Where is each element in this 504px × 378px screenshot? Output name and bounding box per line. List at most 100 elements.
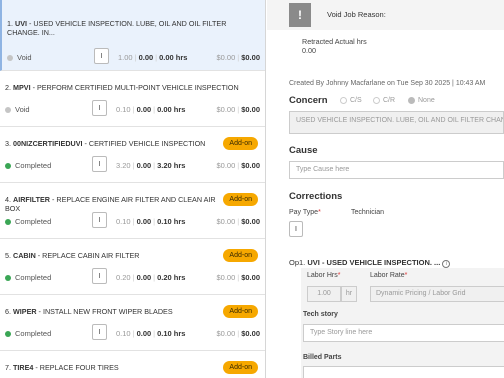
job-sold-hrs: 0.10 hrs (157, 329, 186, 338)
required-mark: * (337, 272, 341, 279)
job-amount-1: $0.00 (216, 273, 236, 282)
job-amounts: $0.00 | $0.00 (216, 53, 260, 62)
job-qty: 0.20 (116, 273, 131, 282)
job-actual-hrs: 0.00 (136, 105, 152, 114)
addon-badge: Add-on (223, 361, 258, 374)
operation-card: Op1. UVI - USED VEHICLE INSPECTION. ... i… (289, 258, 504, 378)
job-title: 2. MPVI - PERFORM CERTIFIED MULTI-POINT … (5, 83, 245, 92)
status-dot-icon (7, 54, 13, 61)
job-hours: 0.10 | 0.00 | 0.10 hrs (116, 217, 186, 226)
job-number: 7. (5, 363, 11, 372)
op-title-text: UVI - USED VEHICLE INSPECTION. ... (307, 258, 441, 267)
job-row[interactable]: 4. AIRFILTER - REPLACE ENGINE AIR FILTER… (0, 184, 265, 239)
job-qty: 3.20 (116, 161, 131, 170)
job-code: AIRFILTER (13, 195, 50, 204)
job-qty: 0.10 (116, 329, 131, 338)
job-code: WIPER (13, 307, 37, 316)
job-row[interactable]: 5. CABIN - REPLACE CABIN AIR FILTER Add-o… (0, 240, 265, 295)
job-amount-2: $0.00 (241, 329, 260, 338)
status-label: Completed (15, 161, 52, 170)
pay-type-button[interactable]: I (92, 156, 107, 172)
job-row[interactable]: 1. UVI - USED VEHICLE INSPECTION. LUBE, … (0, 0, 265, 71)
job-amount-1: $0.00 (216, 217, 236, 226)
cause-input[interactable]: Type Cause here (289, 161, 504, 179)
addon-badge: Add-on (223, 137, 258, 150)
cause-heading: Cause (289, 145, 318, 156)
pay-type-button[interactable]: I (92, 100, 107, 116)
concern-heading: Concern (289, 95, 328, 106)
radio-none[interactable]: None (408, 97, 435, 104)
status-label: Void (17, 53, 32, 62)
radio-cr-label: C/R (383, 97, 396, 104)
job-row[interactable]: 6. WIPER - INSTALL NEW FRONT WIPER BLADE… (0, 296, 265, 351)
pay-type-button[interactable]: I (92, 268, 107, 284)
pay-type-button[interactable]: I (92, 212, 107, 228)
job-status: Void (5, 105, 30, 114)
status-dot-icon (5, 330, 11, 337)
job-row[interactable]: 7. TIRE4 - REPLACE FOUR TIRES Add-on (0, 352, 265, 378)
job-description: - PERFORM CERTIFIED MULTI-POINT VEHICLE … (30, 83, 239, 92)
concern-text-box[interactable]: USED VEHICLE INSPECTION. LUBE, OIL AND O… (289, 111, 504, 134)
radio-selected-icon (408, 97, 415, 104)
job-amount-2: $0.00 (241, 217, 260, 226)
void-job-reason-label: Void Job Reason: (327, 10, 386, 19)
radio-circle-icon (340, 97, 347, 104)
radio-none-label: None (418, 97, 435, 104)
status-dot-icon (5, 162, 11, 169)
job-qty: 1.00 (118, 53, 133, 62)
job-description: - REPLACE CABIN AIR FILTER (35, 251, 140, 260)
retracted-hours: Retracted Actual hrs 0.00 (302, 37, 367, 55)
radio-cr[interactable]: C/R (373, 97, 395, 104)
job-sold-hrs: 3.20 hrs (157, 161, 186, 170)
job-status: Completed (5, 273, 51, 282)
status-label: Completed (15, 273, 52, 282)
labor-rate-label-text: Labor Rate (370, 272, 405, 279)
job-actual-hrs: 0.00 (136, 273, 152, 282)
job-amounts: $0.00 | $0.00 (216, 329, 260, 338)
status-dot-icon (5, 218, 11, 225)
technician-label: Technician (351, 209, 385, 216)
job-code: CABIN (13, 251, 36, 260)
job-row[interactable]: 2. MPVI - PERFORM CERTIFIED MULTI-POINT … (0, 72, 265, 127)
job-amount-2: $0.00 (241, 161, 260, 170)
labor-rate-select[interactable]: Dynamic Pricing / Labor Grid (370, 286, 504, 302)
job-amount-1: $0.00 (216, 53, 236, 62)
job-sold-hrs: 0.10 hrs (157, 217, 186, 226)
status-label: Void (15, 105, 30, 114)
job-description: - REPLACE FOUR TIRES (33, 363, 119, 372)
pay-type-button[interactable]: I (94, 48, 109, 64)
job-qty: 0.10 (116, 217, 131, 226)
corrections-heading: Corrections (289, 191, 343, 202)
billed-parts-table[interactable] (303, 366, 504, 378)
job-title: 4. AIRFILTER - REPLACE ENGINE AIR FILTER… (5, 195, 220, 213)
job-code: TIRE4 (13, 363, 34, 372)
job-amounts: $0.00 | $0.00 (216, 105, 260, 114)
op-number: Op1. (289, 258, 306, 267)
job-sold-hrs: 0.20 hrs (157, 273, 186, 282)
addon-badge: Add-on (223, 305, 258, 318)
pay-type-button[interactable]: I (92, 324, 107, 340)
radio-cs[interactable]: C/S (340, 97, 362, 104)
labor-hrs-unit: hr (341, 286, 357, 302)
job-code: 00NIZCERTIFIEDUVI (13, 139, 83, 148)
labor-hrs-input[interactable]: 1.00 (307, 286, 341, 302)
job-amount-2: $0.00 (241, 105, 260, 114)
info-icon[interactable]: i (442, 260, 451, 268)
status-dot-icon (5, 106, 11, 113)
labor-rate-label: Labor Rate* (370, 272, 407, 279)
job-row[interactable]: 3. 00NIZCERTIFIEDUVI - CERTIFIED VEHICLE… (0, 128, 265, 183)
job-number: 3. (5, 139, 11, 148)
job-title: 7. TIRE4 - REPLACE FOUR TIRES (5, 363, 220, 372)
job-qty: 0.10 (116, 105, 131, 114)
job-amounts: $0.00 | $0.00 (216, 161, 260, 170)
job-list: 1. UVI - USED VEHICLE INSPECTION. LUBE, … (0, 0, 266, 378)
job-amount-1: $0.00 (216, 105, 236, 114)
tech-story-input[interactable]: Type Story line here (303, 324, 504, 342)
pay-type-select[interactable]: I (289, 221, 303, 237)
status-dot-icon (5, 274, 11, 281)
job-code: MPVI (13, 83, 31, 92)
required-mark: * (318, 209, 321, 216)
job-description: - CERTIFIED VEHICLE INSPECTION (82, 139, 206, 148)
job-amount-2: $0.00 (241, 273, 260, 282)
job-detail-panel: ! Void Job Reason: Retracted Actual hrs … (267, 0, 504, 378)
